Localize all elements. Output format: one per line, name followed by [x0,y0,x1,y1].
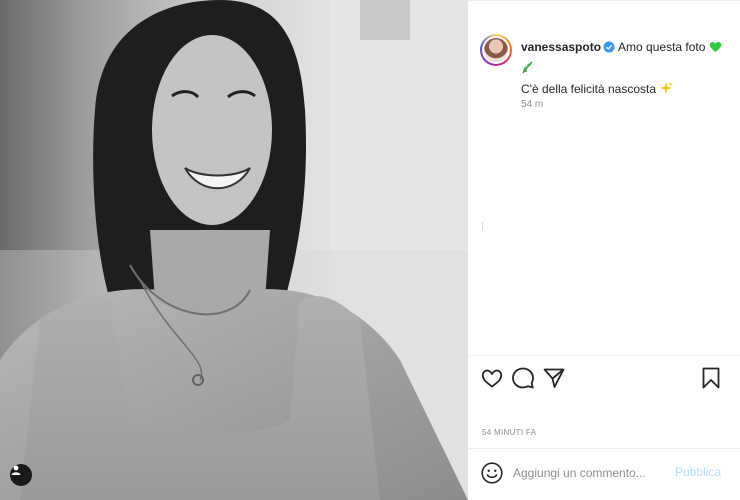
divider [482,222,483,230]
divider [468,448,740,449]
green-heart-icon [709,40,722,58]
bookmark-icon [702,367,720,389]
comment-icon [512,367,534,389]
emoji-button[interactable] [480,461,504,485]
sparkles-emoji-icon [659,81,673,100]
user-tag-icon [11,465,21,475]
caption-text: Amo questa foto [618,40,706,54]
post-caption: vanessaspoto Amo questa foto C'è della fe… [521,38,731,100]
caption-line [521,59,731,79]
emoji-icon [481,462,503,484]
comment-button[interactable] [511,366,535,390]
comment-input[interactable] [513,464,673,482]
caption-timestamp[interactable]: 54 m [521,99,543,110]
publish-button[interactable]: Pubblica [675,465,721,479]
heart-icon [481,369,503,388]
post-timestamp[interactable]: 54 MINUTI FA [482,428,536,437]
share-icon [543,368,565,388]
verified-badge-icon [603,40,615,58]
avatar-ring [482,36,510,64]
save-button[interactable] [699,366,723,390]
post-photo[interactable] [0,0,468,500]
herb-emoji-icon [521,61,534,79]
divider [468,355,740,356]
tag-button[interactable] [10,464,32,486]
avatar-image [484,38,508,62]
like-button[interactable] [480,366,504,390]
username-link[interactable]: vanessaspoto [521,40,601,54]
divider [468,0,740,1]
post-side-panel: vanessaspoto Amo questa foto C'è della fe… [468,0,740,500]
caption-line-2: C'è della felicità nascosta [521,80,731,100]
photo-illustration [0,0,468,500]
share-button[interactable] [542,366,566,390]
avatar[interactable] [480,34,512,66]
caption-text-2: C'è della felicità nascosta [521,82,657,96]
